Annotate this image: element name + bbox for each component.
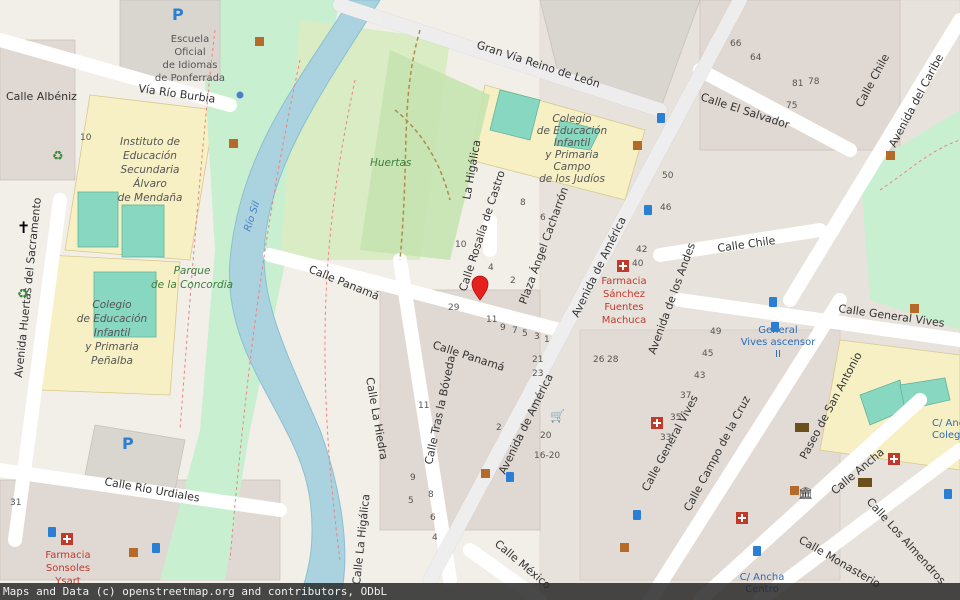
svg-text:46: 46 xyxy=(660,203,672,213)
info-icon xyxy=(795,423,809,432)
svg-text:78: 78 xyxy=(808,77,820,87)
svg-text:75: 75 xyxy=(786,101,797,111)
svg-text:37: 37 xyxy=(680,391,691,401)
svg-text:29: 29 xyxy=(448,303,460,313)
svg-text:4: 4 xyxy=(488,263,494,273)
svg-text:64: 64 xyxy=(750,53,762,63)
svg-text:2: 2 xyxy=(510,276,516,286)
svg-text:2: 2 xyxy=(496,423,502,433)
svg-text:81: 81 xyxy=(792,79,803,89)
svg-text:6: 6 xyxy=(540,213,546,223)
svg-text:45: 45 xyxy=(702,349,713,359)
bus-ancha-right-label: C/ AnchaColeg xyxy=(932,418,960,441)
svg-text:1: 1 xyxy=(544,335,550,345)
svg-text:P: P xyxy=(122,434,134,453)
svg-text:8: 8 xyxy=(520,198,526,208)
svg-text:5: 5 xyxy=(408,496,414,506)
svg-text:11: 11 xyxy=(418,401,429,411)
svg-text:11: 11 xyxy=(486,315,497,325)
svg-text:10: 10 xyxy=(455,240,467,250)
svg-text:35: 35 xyxy=(670,413,681,423)
shop-icon: 🛒 xyxy=(550,409,565,423)
svg-text:20: 20 xyxy=(540,431,552,441)
svg-text:26: 26 xyxy=(593,355,605,365)
viewpoint-icon xyxy=(236,91,244,99)
svg-text:49: 49 xyxy=(710,327,722,337)
svg-text:7: 7 xyxy=(512,326,518,336)
svg-text:9: 9 xyxy=(500,323,506,333)
svg-text:16-20: 16-20 xyxy=(534,451,560,461)
svg-text:31: 31 xyxy=(10,498,21,508)
svg-text:42: 42 xyxy=(636,245,647,255)
street-label: Calle Albéniz xyxy=(6,90,77,103)
svg-text:43: 43 xyxy=(694,371,705,381)
svg-text:9: 9 xyxy=(410,473,416,483)
church-icon: ✝ xyxy=(17,218,30,237)
svg-text:23: 23 xyxy=(532,369,543,379)
svg-text:6: 6 xyxy=(430,513,436,523)
svg-text:3: 3 xyxy=(534,332,540,342)
recycling-icon: ♻ xyxy=(52,149,64,164)
instituto-label: Instituto de Educación Secundaria Álvaro de … xyxy=(118,136,183,204)
svg-text:21: 21 xyxy=(532,355,543,365)
svg-text:5: 5 xyxy=(522,329,528,339)
info-icon xyxy=(858,478,872,487)
svg-text:50: 50 xyxy=(662,171,674,181)
svg-text:33: 33 xyxy=(660,433,671,443)
svg-text:P: P xyxy=(172,5,184,24)
map-attribution: Maps and Data (c) openstreetmap.org and … xyxy=(0,583,960,600)
svg-text:28: 28 xyxy=(607,355,619,365)
svg-text:10: 10 xyxy=(80,133,92,143)
huertas-label: Huertas xyxy=(370,157,412,169)
recycling-icon: ♻ xyxy=(17,287,29,302)
svg-text:66: 66 xyxy=(730,39,742,49)
svg-text:8: 8 xyxy=(428,490,434,500)
svg-text:40: 40 xyxy=(632,259,644,269)
map-canvas[interactable]: Gran Vía Reino de León Avenida de Améric… xyxy=(0,0,960,600)
museum-icon: 🏛 xyxy=(798,486,813,500)
svg-text:4: 4 xyxy=(432,533,438,543)
